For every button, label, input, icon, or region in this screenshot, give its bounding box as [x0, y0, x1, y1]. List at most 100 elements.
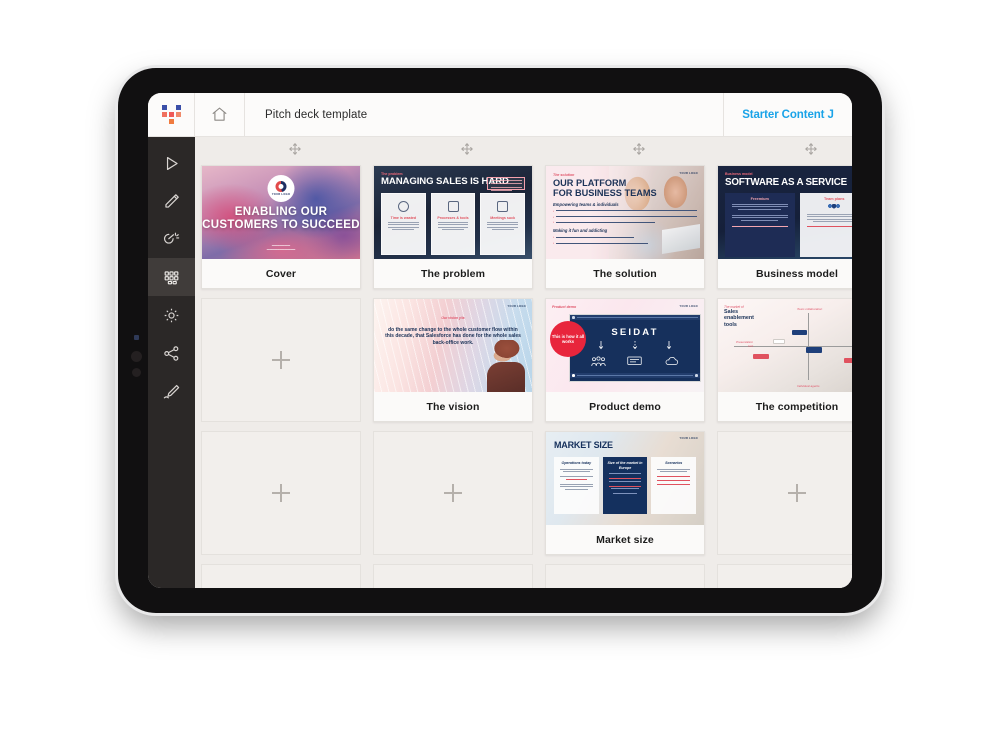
- problem-card-heading: Meetings suck: [490, 216, 516, 220]
- move-handle-column-3[interactable]: [632, 142, 646, 156]
- slide-card[interactable]: YOUR LOGO ENABLING OUR CUSTOMERS TO SUCC…: [201, 165, 361, 289]
- tool-sidebar: [148, 137, 195, 588]
- solution-bullet: •: [553, 235, 634, 240]
- slide-label: Product demo: [589, 400, 661, 413]
- slide-cell-cover[interactable]: YOUR LOGO ENABLING OUR CUSTOMERS TO SUCC…: [195, 162, 367, 295]
- add-slide-placeholder[interactable]: [717, 431, 852, 555]
- slide-cell-empty[interactable]: [711, 428, 852, 561]
- video-feature-icons: [570, 356, 700, 367]
- slide-thumbnail-cover: YOUR LOGO ENABLING OUR CUSTOMERS TO SUCC…: [202, 166, 360, 259]
- deck-title-container[interactable]: Pitch deck template: [245, 93, 724, 136]
- sidebar-item-settings[interactable]: [148, 296, 195, 334]
- people-icon: [827, 204, 842, 211]
- slide-card[interactable]: YOUR LOGO Our vision y/is do the same ch…: [373, 298, 533, 422]
- slide-cell-problem[interactable]: The problem MANAGING SALES IS HARD Time …: [367, 162, 539, 295]
- problem-card-body: [435, 222, 472, 231]
- front-camera-lens: [131, 351, 142, 362]
- slide-thumbnail-competition: The market of Sales enablement tools Tea…: [718, 299, 852, 392]
- market-cards: Operations today Size of the market in E…: [554, 457, 697, 514]
- seidat-logo[interactable]: [148, 93, 195, 136]
- sidebar-item-share[interactable]: [148, 334, 195, 372]
- slide-cell-vision[interactable]: YOUR LOGO Our vision y/is do the same ch…: [367, 295, 539, 428]
- slide-cell-empty[interactable]: [367, 428, 539, 561]
- slide-grid-canvas[interactable]: YOUR LOGO ENABLING OUR CUSTOMERS TO SUCC…: [195, 137, 852, 588]
- cover-logo-badge: YOUR LOGO: [267, 175, 295, 202]
- slide-cell-competition[interactable]: The market of Sales enablement tools Tea…: [711, 295, 852, 428]
- slide-cell-empty[interactable]: [195, 295, 367, 428]
- deck-title: Pitch deck template: [265, 108, 368, 121]
- add-slide-placeholder[interactable]: [201, 298, 361, 422]
- competition-artwork: The market of Sales enablement tools Tea…: [718, 299, 852, 392]
- video-progress-line: [576, 375, 694, 376]
- slide-card[interactable]: The problem MANAGING SALES IS HARD Time …: [373, 165, 533, 289]
- business-model-card: Team plans: [799, 193, 852, 257]
- arrow-down-icon: [598, 341, 604, 350]
- video-player[interactable]: SEIDAT: [569, 314, 701, 382]
- solution-artwork: YOUR LOGO The solution OUR PLATFORM FOR …: [546, 166, 704, 259]
- plus-icon: [272, 484, 290, 502]
- slide-cell-empty[interactable]: [195, 561, 367, 588]
- sidebar-item-animate[interactable]: [148, 220, 195, 258]
- slide-label: The vision: [426, 400, 480, 413]
- slide-card[interactable]: Product demo YOUR LOGO SEIDAT This is ho…: [545, 298, 705, 422]
- slide-cell-business-model[interactable]: Business model SOFTWARE AS A SERVICE Fre…: [711, 162, 852, 295]
- solution-bullet: •: [553, 240, 648, 245]
- add-slide-placeholder[interactable]: [717, 564, 852, 588]
- solution-kicker: The solution: [553, 173, 575, 177]
- slide-cell-demo[interactable]: Product demo YOUR LOGO SEIDAT This is ho…: [539, 295, 711, 428]
- cover-title: ENABLING OUR CUSTOMERS TO SUCCEED: [202, 206, 360, 231]
- slide-label: The problem: [420, 267, 486, 280]
- slide-card[interactable]: The market of Sales enablement tools Tea…: [717, 298, 852, 422]
- slide-card[interactable]: YOUR LOGO The solution OUR PLATFORM FOR …: [545, 165, 705, 289]
- tablet-device: Pitch deck template Starter Content J YO…: [118, 68, 882, 613]
- slide-cell-empty[interactable]: [711, 561, 852, 588]
- add-slide-placeholder[interactable]: [373, 564, 533, 588]
- add-slide-placeholder[interactable]: [201, 431, 361, 555]
- sidebar-item-grid[interactable]: [148, 258, 195, 296]
- video-url-line: [576, 317, 698, 318]
- competitor-chip: [773, 338, 786, 345]
- problem-card-heading: Time is wasted: [390, 216, 417, 220]
- slide-cell-empty[interactable]: [367, 561, 539, 588]
- slide-thumbnail-market: YOUR LOGO MARKET SIZE Operations today S…: [546, 432, 704, 525]
- presentation-screen-icon: [627, 356, 643, 365]
- cloud-icon: [665, 357, 679, 365]
- slide-cell-empty[interactable]: [539, 561, 711, 588]
- competitor-chip: [752, 353, 769, 360]
- sidebar-item-edit[interactable]: [148, 182, 195, 220]
- market-logo-text: YOUR LOGO: [679, 437, 698, 440]
- video-control-bar[interactable]: [570, 373, 700, 378]
- slide-cell-market[interactable]: YOUR LOGO MARKET SIZE Operations today S…: [539, 428, 711, 561]
- vision-logo-text: YOUR LOGO: [507, 305, 526, 308]
- solution-body: The solution OUR PLATFORM FOR BUSINESS T…: [553, 173, 697, 245]
- sidebar-item-sign[interactable]: [148, 372, 195, 410]
- move-handle-column-4[interactable]: [804, 142, 818, 156]
- starter-content-tab[interactable]: Starter Content J: [724, 93, 852, 136]
- secondary-sensor-lens: [132, 368, 141, 377]
- plus-icon: [788, 484, 806, 502]
- grid-view-icon: [164, 270, 179, 284]
- demo-logo-text: YOUR LOGO: [679, 305, 698, 308]
- add-slide-placeholder[interactable]: [201, 564, 361, 588]
- demo-kicker: Product demo: [552, 305, 577, 309]
- business-model-cards: Freemium Team plans: [725, 193, 852, 257]
- add-slide-placeholder[interactable]: [545, 564, 705, 588]
- business-model-card-heading: Team plans: [823, 197, 845, 201]
- add-slide-placeholder[interactable]: [373, 431, 533, 555]
- slide-card[interactable]: YOUR LOGO MARKET SIZE Operations today S…: [545, 431, 705, 555]
- move-handle-column-2[interactable]: [460, 142, 474, 156]
- arrow-down-icon: [632, 341, 638, 350]
- slide-thumbnail-business-model: Business model SOFTWARE AS A SERVICE Fre…: [718, 166, 852, 259]
- home-button[interactable]: [195, 93, 245, 136]
- market-card: Operations today: [554, 457, 599, 514]
- slide-cell-solution[interactable]: YOUR LOGO The solution OUR PLATFORM FOR …: [539, 162, 711, 295]
- vision-text: do the same change to the whole customer…: [385, 327, 521, 346]
- document-icon: [447, 201, 459, 212]
- sidebar-item-present[interactable]: [148, 144, 195, 182]
- slide-label: The solution: [593, 267, 657, 280]
- cover-subtext: ▬▬▬▬▬▬▬ ▬▬▬▬▬▬▬▬▬▬▬: [266, 244, 296, 251]
- demo-artwork: Product demo YOUR LOGO SEIDAT This is ho…: [546, 299, 704, 392]
- move-handle-column-1[interactable]: [288, 142, 302, 156]
- slide-card[interactable]: Business model SOFTWARE AS A SERVICE Fre…: [717, 165, 852, 289]
- slide-cell-empty[interactable]: [195, 428, 367, 561]
